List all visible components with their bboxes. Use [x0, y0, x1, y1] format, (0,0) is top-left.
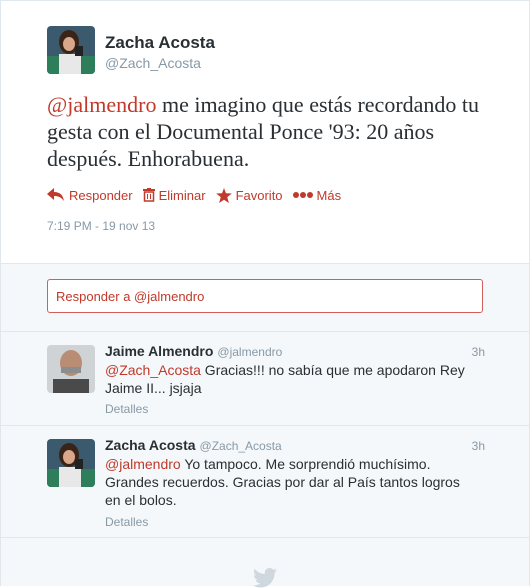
- reply-mention-link[interactable]: @Zach_Acosta: [105, 362, 201, 378]
- tweet-actions: Responder Eliminar Favorito Más: [47, 185, 351, 205]
- delete-label: Eliminar: [158, 187, 206, 203]
- reply-author-name[interactable]: Zacha Acosta: [105, 437, 196, 453]
- reply-time[interactable]: 3h: [472, 345, 485, 359]
- favorite-label: Favorito: [235, 187, 283, 203]
- reply-time[interactable]: 3h: [472, 439, 485, 453]
- avatar-photo-icon: [47, 439, 95, 487]
- reply-author-handle[interactable]: @Zach_Acosta: [200, 439, 282, 453]
- tweet-timestamp[interactable]: 7:19 PM - 19 nov 13: [47, 219, 155, 233]
- author-name[interactable]: Zacha Acosta: [105, 33, 215, 53]
- twitter-bird-icon: [253, 568, 277, 588]
- more-label: Más: [316, 187, 342, 203]
- reply-author-avatar[interactable]: [47, 345, 95, 393]
- more-button[interactable]: Más: [292, 187, 342, 203]
- replies-section: Responder a @jalmendro Jaime Almendro @ja…: [1, 263, 529, 588]
- reply-button[interactable]: Responder: [47, 188, 133, 203]
- reply-text: @jalmendro Yo tampoco. Me sorprendió muc…: [105, 455, 465, 509]
- reply-label: Responder: [69, 187, 133, 203]
- reply-input[interactable]: Responder a @jalmendro: [47, 279, 483, 313]
- reply-author-handle[interactable]: @jalmendro: [217, 345, 282, 359]
- replies-footer: [1, 537, 529, 588]
- author-avatar[interactable]: [47, 26, 95, 74]
- reply-text: @Zach_Acosta Gracias!!! no sabía que me …: [105, 361, 465, 397]
- avatar-photo-icon: [47, 345, 95, 393]
- favorite-button[interactable]: Favorito: [215, 187, 283, 203]
- reply-author-avatar[interactable]: [47, 439, 95, 487]
- tweet-mention-link[interactable]: @jalmendro: [47, 92, 156, 117]
- ellipsis-icon: [292, 192, 313, 198]
- tweet-permalink-frame: Zacha Acosta @Zach_Acosta @jalmendro me …: [0, 0, 530, 588]
- reply-header: Zacha Acosta @Zach_Acosta: [105, 437, 282, 453]
- reply-header: Jaime Almendro @jalmendro: [105, 343, 282, 359]
- tweet-text: @jalmendro me imagino que estás recordan…: [47, 91, 497, 172]
- star-icon: [215, 187, 232, 203]
- reply-mention-link[interactable]: @jalmendro: [105, 456, 181, 472]
- reply-arrow-icon: [47, 188, 64, 201]
- reply-details-link[interactable]: Detalles: [105, 515, 148, 529]
- reply-author-name[interactable]: Jaime Almendro: [105, 343, 213, 359]
- reply-tweet[interactable]: Jaime Almendro @jalmendro 3h @Zach_Acosta…: [1, 331, 529, 426]
- delete-button[interactable]: Eliminar: [142, 187, 206, 203]
- avatar-photo-icon: [47, 26, 95, 74]
- author-handle[interactable]: @Zach_Acosta: [105, 55, 201, 71]
- reply-tweet[interactable]: Zacha Acosta @Zach_Acosta 3h @jalmendro Y…: [1, 425, 529, 538]
- main-tweet: Zacha Acosta @Zach_Acosta @jalmendro me …: [1, 1, 529, 263]
- trash-icon: [142, 188, 155, 202]
- reply-details-link[interactable]: Detalles: [105, 402, 148, 416]
